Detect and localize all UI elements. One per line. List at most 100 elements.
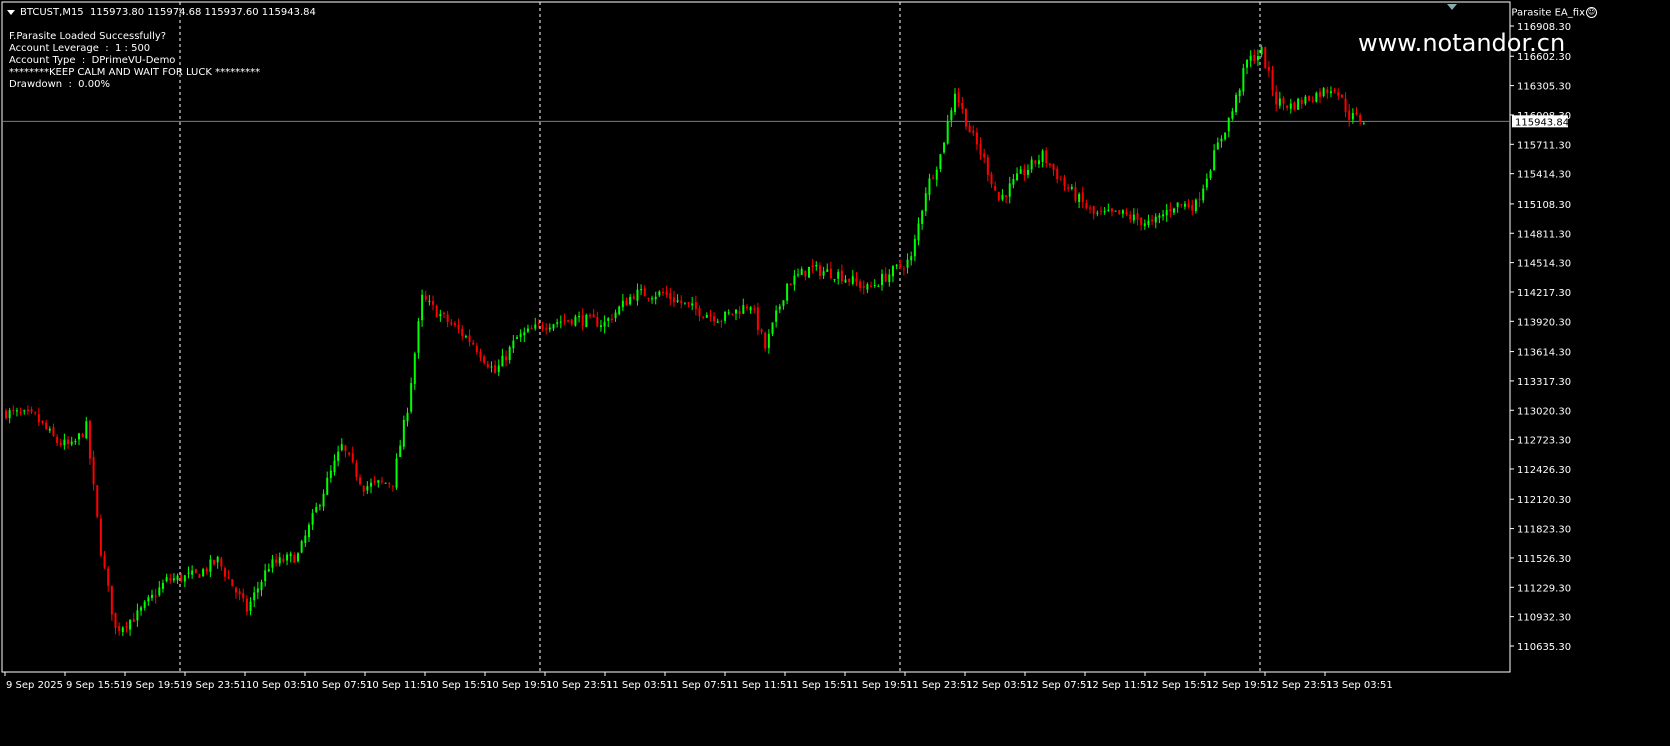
account-leverage-line: Account Leverage : 1 : 500: [9, 43, 151, 54]
bear-candle-body: [1348, 110, 1351, 121]
bear-candle-body: [662, 291, 664, 294]
bear-candle-body: [125, 626, 128, 628]
bear-candle-body: [213, 559, 216, 565]
bear-candle-body: [990, 173, 993, 185]
bear-candle-body: [1326, 89, 1329, 93]
price-tick-label: 115711.30: [1517, 140, 1571, 151]
bull-candle-body: [939, 154, 942, 170]
price-chart[interactable]: 9 Sep 2025 9 Sep 15:51 9 Sep 19:51 9 Sep 23…: [0, 0, 1670, 746]
bear-candle-body: [34, 412, 37, 414]
bull-candle-body: [253, 592, 256, 601]
time-tick-label: 10 Sep 03:51: [246, 680, 313, 691]
bull-candle-body: [1041, 150, 1044, 162]
bull-candle-body: [1224, 132, 1227, 140]
bull-candle-body: [636, 289, 639, 301]
ea-info-panel: F.Parasite Loaded Successfully? Account …: [9, 31, 260, 91]
bear-candle-body: [351, 453, 354, 462]
bear-candle-body: [505, 356, 508, 361]
bear-candle-body: [1340, 94, 1343, 98]
bull-candle-body: [147, 597, 150, 602]
bull-candle-body: [683, 302, 686, 304]
price-tick-label: 113920.30: [1517, 317, 1571, 328]
bear-candle-body: [26, 409, 29, 411]
bull-candle-body: [464, 336, 467, 338]
bear-candle-body: [227, 576, 230, 579]
bull-candle-body: [1162, 214, 1165, 217]
bull-candle-body: [534, 324, 537, 329]
bull-candle-body: [307, 524, 310, 538]
candles-group: [5, 44, 1365, 636]
time-tick-label: 12 Sep 11:51: [1086, 680, 1153, 691]
bear-candle-body: [293, 555, 296, 563]
bear-candle-body: [994, 185, 997, 191]
expert-advisor-label[interactable]: Parasite EA_fix ☺: [1511, 7, 1597, 20]
bull-candle-body: [621, 300, 624, 308]
bear-candle-body: [625, 300, 628, 306]
bull-candle-body: [1235, 94, 1238, 113]
bear-candle-body: [859, 281, 862, 288]
time-tick-label: 11 Sep 03:51: [606, 680, 673, 691]
bear-candle-body: [1344, 98, 1347, 113]
bull-candle-body: [501, 355, 504, 367]
bear-candle-body: [687, 302, 690, 304]
chart-window[interactable]: 9 Sep 2025 9 Sep 15:51 9 Sep 19:51 9 Sep 23…: [0, 0, 1670, 746]
bull-candle-body: [260, 581, 263, 591]
price-tick-label: 116305.30: [1517, 82, 1571, 93]
bull-candle-body: [778, 306, 781, 310]
bear-candle-body: [1081, 192, 1084, 203]
bear-candle-body: [1191, 205, 1194, 211]
time-tick-label: 9 Sep 19:51: [126, 680, 186, 691]
bear-candle-body: [1282, 97, 1285, 104]
bear-candle-body: [829, 268, 832, 279]
bull-candle-body: [797, 274, 800, 276]
bear-candle-body: [1293, 102, 1296, 110]
bear-candle-body: [1059, 179, 1062, 181]
price-tick-label: 112426.30: [1517, 465, 1571, 476]
bear-candle-body: [848, 278, 851, 282]
bull-candle-body: [877, 285, 880, 287]
bear-candle-body: [1092, 206, 1095, 214]
bull-candle-body: [428, 300, 431, 302]
bear-candle-body: [1085, 203, 1088, 209]
bear-candle-body: [760, 329, 763, 332]
bull-candle-body: [23, 410, 26, 412]
time-tick-label: 12 Sep 23:51: [1266, 680, 1333, 691]
bull-candle-body: [676, 300, 679, 302]
bear-candle-body: [432, 301, 435, 305]
bear-candle-body: [1300, 99, 1303, 105]
bull-candle-body: [300, 541, 303, 553]
bear-candle-body: [348, 452, 351, 455]
bear-candle-body: [424, 295, 427, 300]
bull-candle-body: [121, 627, 124, 633]
bull-candle-body: [366, 486, 369, 491]
bear-candle-body: [96, 485, 99, 517]
bull-candle-body: [490, 366, 493, 368]
dropdown-triangle-icon[interactable]: [7, 9, 15, 15]
bear-candle-body: [1045, 150, 1048, 164]
bull-candle-body: [1256, 56, 1259, 61]
bull-candle-body: [1213, 150, 1216, 171]
bear-candle-body: [1048, 163, 1051, 166]
bear-candle-body: [355, 463, 358, 477]
bear-candle-body: [282, 558, 285, 562]
watermark: www.notandor.cn: [1358, 29, 1566, 57]
bull-candle-body: [333, 460, 336, 473]
motto-line: ********KEEP CALM AND WAIT FOR LUCK ****…: [9, 67, 261, 78]
price-tick-label: 110635.30: [1517, 642, 1571, 653]
bear-candle-body: [238, 591, 241, 595]
bear-candle-body: [957, 92, 960, 103]
bull-candle-body: [614, 312, 617, 319]
bear-candle-body: [1052, 164, 1055, 171]
bear-candle-body: [570, 319, 573, 325]
bear-candle-body: [81, 433, 84, 438]
bull-candle-body: [1037, 160, 1040, 165]
price-tick-label: 111823.30: [1517, 525, 1571, 536]
bull-candle-body: [881, 273, 883, 285]
time-tick-label: 11 Sep 07:51: [666, 680, 733, 691]
time-tick-label: 11 Sep 23:51: [906, 680, 973, 691]
bull-candle-body: [340, 444, 343, 451]
bull-candle-body: [249, 601, 252, 611]
bear-candle-body: [1286, 105, 1289, 108]
time-tick-label: 10 Sep 23:51: [546, 680, 613, 691]
chart-shift-marker-icon[interactable]: [1447, 4, 1457, 10]
